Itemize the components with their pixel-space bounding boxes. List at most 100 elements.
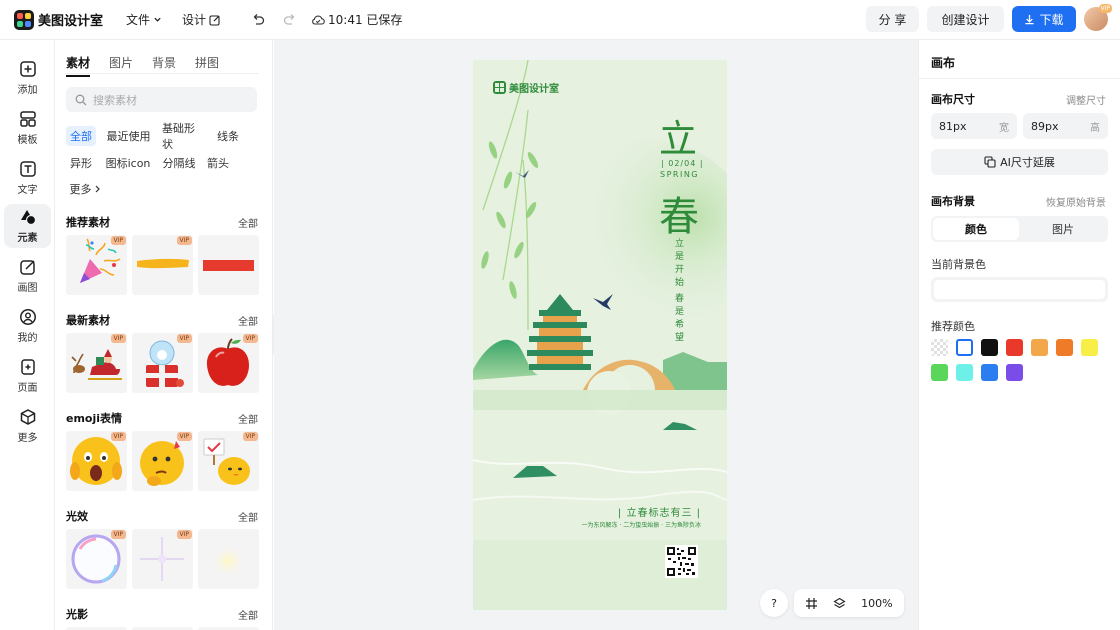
search-input[interactable]: 搜索素材 — [66, 87, 257, 112]
rail-item-elements[interactable]: 元素 — [4, 204, 51, 248]
vip-badge: VIP — [110, 334, 126, 343]
swatch-black[interactable] — [981, 339, 998, 356]
material-glow-orb[interactable] — [198, 529, 259, 589]
swatch-blue[interactable] — [981, 364, 998, 381]
canvas-size-label: 画布尺寸 — [931, 93, 975, 106]
create-design-button[interactable]: 创建设计 — [927, 6, 1004, 32]
chip-more-label: 更多 — [69, 183, 92, 196]
material-shocked-face[interactable]: VIP — [66, 431, 127, 491]
section-title: emoji表情 — [66, 412, 123, 425]
poster-vertical-left[interactable]: 立是开始 — [675, 238, 685, 290]
grid-icon[interactable] — [805, 597, 818, 610]
rail-label: 添加 — [17, 85, 38, 96]
glow-icon — [210, 543, 246, 579]
see-all-link[interactable]: 全部 — [238, 607, 258, 622]
section-title: 最新素材 — [66, 314, 110, 327]
design-menu[interactable]: 设计 — [182, 11, 221, 28]
material-rainbow-bubble[interactable]: VIP — [66, 529, 127, 589]
file-menu[interactable]: 文件 — [126, 11, 162, 28]
material-red-bar[interactable] — [198, 235, 259, 295]
see-all-link[interactable]: 全部 — [238, 509, 258, 524]
material-red-apple[interactable]: VIP — [198, 333, 259, 393]
template-icon — [19, 111, 36, 127]
height-field[interactable]: 89px 高 — [1023, 113, 1108, 139]
swatch-light-orange[interactable] — [1031, 339, 1048, 356]
poster-title-bottom[interactable]: 春 — [659, 184, 699, 242]
download-button[interactable]: 下载 — [1012, 6, 1076, 32]
rail-item-template[interactable]: 模板 — [4, 106, 51, 150]
poster-title-top[interactable]: 立 — [659, 108, 697, 163]
zoom-level[interactable]: 100% — [861, 597, 892, 610]
poster-date[interactable]: | 02/04 | — [661, 159, 704, 168]
poster-footer-line[interactable]: 一为东风解冻 · 二为蛰虫始振 · 三为鱼陟负冰 — [473, 520, 727, 529]
see-all-link[interactable]: 全部 — [238, 215, 258, 230]
swatch-yellow[interactable] — [1081, 339, 1098, 356]
swatch-cyan[interactable] — [956, 364, 973, 381]
see-all-link[interactable]: 全部 — [238, 313, 258, 328]
width-field[interactable]: 81px 宽 — [931, 113, 1017, 139]
poster-english[interactable]: SPRING — [660, 170, 699, 179]
help-button[interactable]: ? — [760, 589, 788, 617]
chip-more[interactable]: 更多 — [66, 179, 104, 199]
bg-type-toggle: 颜色 图片 — [931, 216, 1108, 242]
layers-icon[interactable] — [833, 597, 846, 610]
swatch-orange[interactable] — [1056, 339, 1073, 356]
width-unit: 宽 — [999, 122, 1009, 134]
undo-icon[interactable] — [251, 13, 265, 27]
material-snow-globe-gift[interactable]: VIP — [132, 333, 193, 393]
material-sparkle-star[interactable]: VIP — [132, 529, 193, 589]
rail-item-mine[interactable]: 我的 — [4, 304, 51, 348]
chip-icons[interactable]: 图标icon — [101, 153, 155, 173]
swatch-purple[interactable] — [1006, 364, 1023, 381]
material-chick-with-sign[interactable]: VIP — [198, 431, 259, 491]
chip-recent[interactable]: 最近使用 — [103, 126, 154, 146]
material-santa-sleigh[interactable]: VIP — [66, 333, 127, 393]
rail-item-add[interactable]: 添加 — [4, 56, 51, 100]
left-rail: 添加 模板 文字 元素 画图 我的 页面 更多 — [0, 40, 55, 630]
material-thinking-face[interactable]: VIP — [132, 431, 193, 491]
section-title: 光影 — [66, 608, 88, 621]
share-button[interactable]: 分 享 — [866, 6, 919, 32]
poster-footer-title[interactable]: | 立春标志有三 | — [473, 504, 727, 519]
chip-basic-shapes[interactable]: 基础形状 — [159, 122, 208, 151]
rail-item-draw[interactable]: 画图 — [4, 254, 51, 298]
chip-arrows[interactable]: 箭头 — [204, 153, 232, 173]
restore-bg-link[interactable]: 恢复原始背景 — [1046, 194, 1106, 209]
shapes-icon — [20, 210, 36, 226]
chip-irregular[interactable]: 异形 — [66, 153, 96, 173]
material-yellow-brush-stroke[interactable]: VIP — [132, 235, 193, 295]
poster-brand[interactable]: 美图设计室 — [493, 80, 559, 95]
swatch-transparent[interactable] — [931, 339, 948, 356]
chip-dividers[interactable]: 分隔线 — [159, 153, 199, 173]
properties-panel: 画布 画布尺寸 调整尺寸 81px 宽 89px 高 AI尺寸延展 画布背景 恢… — [918, 40, 1120, 630]
redo-icon[interactable] — [283, 13, 297, 27]
rail-label: 更多 — [17, 433, 38, 444]
recommended-colors-label: 推荐颜色 — [931, 320, 975, 333]
see-all-link[interactable]: 全部 — [238, 411, 258, 426]
poster-vertical-right[interactable]: 春是希望 — [675, 293, 685, 345]
chip-all[interactable]: 全部 — [66, 126, 96, 146]
rail-item-text[interactable]: 文字 — [4, 156, 51, 200]
current-bg-swatch[interactable] — [931, 277, 1108, 302]
avatar[interactable]: VIP — [1084, 4, 1112, 31]
material-party-popper[interactable]: VIP — [66, 235, 127, 295]
swatch-green[interactable] — [931, 364, 948, 381]
bg-type-color[interactable]: 颜色 — [933, 218, 1019, 240]
canvas-bg-label: 画布背景 — [931, 195, 975, 208]
rail-item-more[interactable]: 更多 — [4, 404, 51, 448]
menu: 文件 设计 10:41 已保存 — [126, 11, 402, 28]
app-logo[interactable]: 美图设计室 — [14, 9, 114, 30]
poster-qr-code[interactable] — [665, 545, 698, 578]
swatch-red[interactable] — [1006, 339, 1023, 356]
bg-type-image[interactable]: 图片 — [1020, 218, 1106, 240]
resize-link[interactable]: 调整尺寸 — [1066, 92, 1106, 107]
rail-item-page[interactable]: 页面 — [4, 354, 51, 398]
search-icon — [75, 94, 87, 105]
swatch-white[interactable] — [956, 339, 973, 356]
poster-brand-text: 美图设计室 — [509, 84, 559, 95]
ai-resize-button[interactable]: AI尺寸延展 — [931, 149, 1108, 175]
qr-code-icon — [667, 547, 696, 576]
chip-lines[interactable]: 线条 — [214, 126, 242, 146]
page-icon — [20, 359, 35, 375]
poster-canvas[interactable]: 美图设计室 立 | 02/04 | SPRING 春 立是开始 春是希望 | 立… — [473, 60, 727, 610]
